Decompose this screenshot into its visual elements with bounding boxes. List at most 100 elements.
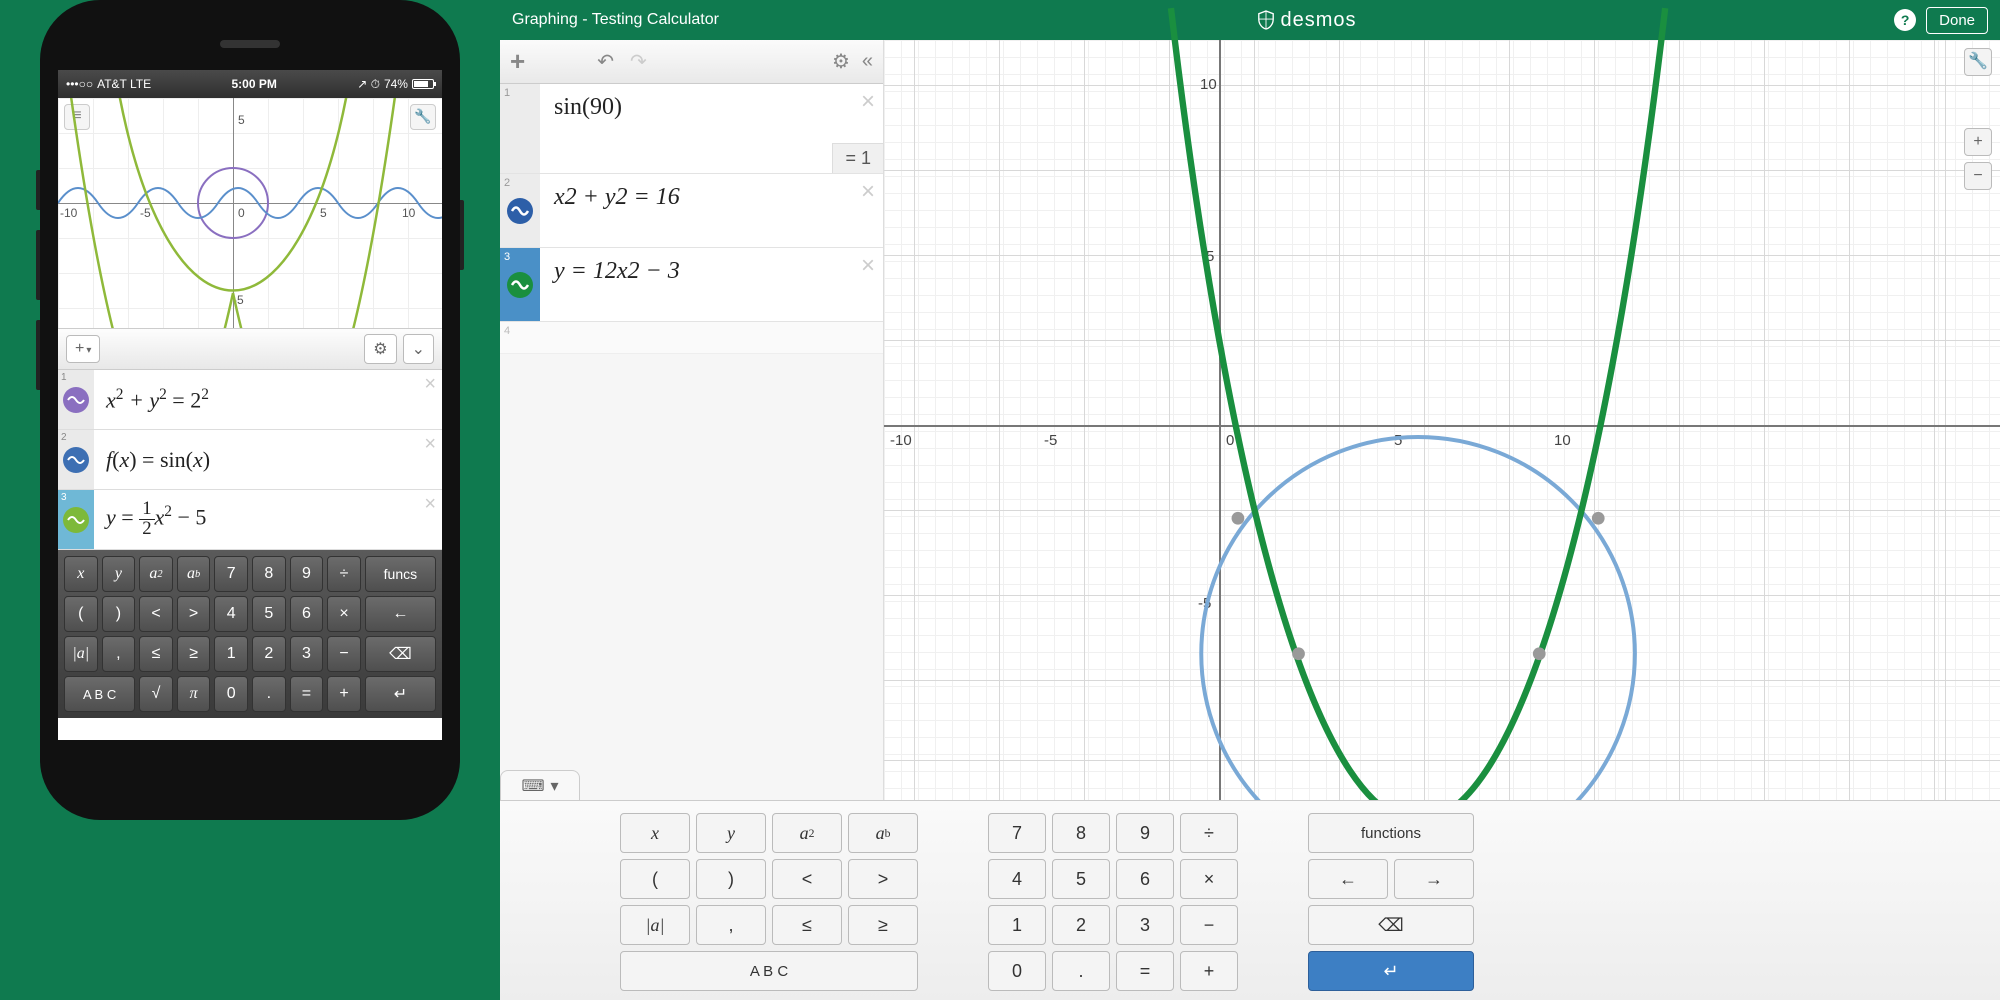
settings-button[interactable]: ⚙ <box>364 334 396 364</box>
undo-icon[interactable]: ↶ <box>597 49 614 74</box>
key-enter[interactable]: ↵ <box>1308 951 1474 991</box>
key-ge[interactable]: ≥ <box>177 636 211 672</box>
key-lparen[interactable]: ( <box>620 859 690 899</box>
add-icon[interactable]: + <box>510 46 525 77</box>
expr-row-3[interactable]: 3 y = 12x2 − 5 × <box>58 490 442 550</box>
key-divide[interactable]: ÷ <box>1180 813 1238 853</box>
key-eq[interactable]: = <box>1116 951 1174 991</box>
key-8[interactable]: 8 <box>1052 813 1110 853</box>
key-le[interactable]: ≤ <box>772 905 842 945</box>
key-backspace[interactable]: ⌫ <box>1308 905 1474 945</box>
key-lt[interactable]: < <box>772 859 842 899</box>
key-5[interactable]: 5 <box>1052 859 1110 899</box>
wave-icon-blue[interactable] <box>507 198 533 224</box>
key-abs[interactable]: |a| <box>620 905 690 945</box>
key-dot[interactable]: . <box>252 676 286 712</box>
key-3[interactable]: 3 <box>290 636 324 672</box>
wave-icon-blue[interactable] <box>63 447 89 473</box>
key-x[interactable]: x <box>64 556 98 592</box>
key-abc[interactable]: A B C <box>620 951 918 991</box>
key-9[interactable]: 9 <box>290 556 324 592</box>
key-9[interactable]: 9 <box>1116 813 1174 853</box>
d-expr-4-empty[interactable]: 4 <box>500 322 883 354</box>
key-a-power-b[interactable]: ab <box>848 813 918 853</box>
wave-icon-purple[interactable] <box>63 387 89 413</box>
key-6[interactable]: 6 <box>290 596 324 632</box>
key-ge[interactable]: ≥ <box>848 905 918 945</box>
key-multiply[interactable]: × <box>1180 859 1238 899</box>
expr-row-2[interactable]: 2 f(x) = sin(x) × <box>58 430 442 490</box>
key-y[interactable]: y <box>696 813 766 853</box>
key-6[interactable]: 6 <box>1116 859 1174 899</box>
close-icon[interactable]: × <box>861 90 875 114</box>
desktop-graph[interactable]: -10 -5 0 5 10 10 5 -5 🔧 + − <box>884 40 2000 800</box>
key-lt[interactable]: < <box>139 596 173 632</box>
gear-icon[interactable]: ⚙ <box>832 49 850 74</box>
key-le[interactable]: ≤ <box>139 636 173 672</box>
keyboard-toggle[interactable]: ⌨ ▾ <box>500 770 580 800</box>
close-icon[interactable]: × <box>424 434 436 454</box>
key-dot[interactable]: . <box>1052 951 1110 991</box>
key-7[interactable]: 7 <box>988 813 1046 853</box>
close-icon[interactable]: × <box>861 254 875 278</box>
zoom-in-button[interactable]: + <box>1964 128 1992 156</box>
key-enter[interactable]: ↵ <box>365 676 436 712</box>
key-left[interactable]: ← <box>1308 859 1388 899</box>
key-1[interactable]: 1 <box>214 636 248 672</box>
collapse-button[interactable]: ⌄ <box>403 334 434 364</box>
expr-row-1[interactable]: 1 x2 + y2 = 22 × <box>58 370 442 430</box>
key-a-squared[interactable]: a2 <box>139 556 173 592</box>
key-comma[interactable]: , <box>696 905 766 945</box>
key-rparen[interactable]: ) <box>696 859 766 899</box>
key-5[interactable]: 5 <box>252 596 286 632</box>
done-button[interactable]: Done <box>1926 7 1988 34</box>
key-gt[interactable]: > <box>177 596 211 632</box>
key-7[interactable]: 7 <box>214 556 248 592</box>
key-0[interactable]: 0 <box>988 951 1046 991</box>
key-functions[interactable]: functions <box>1308 813 1474 853</box>
key-abs[interactable]: |a| <box>64 636 98 672</box>
key-a-power-b[interactable]: ab <box>177 556 211 592</box>
key-a-squared[interactable]: a2 <box>772 813 842 853</box>
add-expr-button[interactable]: +▾ <box>66 335 100 363</box>
close-icon[interactable]: × <box>861 180 875 204</box>
key-gt[interactable]: > <box>848 859 918 899</box>
wave-icon-green[interactable] <box>63 507 89 533</box>
key-rparen[interactable]: ) <box>102 596 136 632</box>
key-3[interactable]: 3 <box>1116 905 1174 945</box>
key-backspace[interactable]: ⌫ <box>365 636 436 672</box>
key-y[interactable]: y <box>102 556 136 592</box>
key-2[interactable]: 2 <box>252 636 286 672</box>
zoom-out-button[interactable]: − <box>1964 162 1992 190</box>
key-x[interactable]: x <box>620 813 690 853</box>
d-expr-2[interactable]: 2 x2 + y2 = 16 × <box>500 174 883 248</box>
key-minus[interactable]: − <box>327 636 361 672</box>
key-multiply[interactable]: × <box>327 596 361 632</box>
key-2[interactable]: 2 <box>1052 905 1110 945</box>
key-0[interactable]: 0 <box>214 676 248 712</box>
key-1[interactable]: 1 <box>988 905 1046 945</box>
close-icon[interactable]: × <box>424 494 436 514</box>
key-funcs[interactable]: funcs <box>365 556 436 592</box>
close-icon[interactable]: × <box>424 374 436 394</box>
key-8[interactable]: 8 <box>252 556 286 592</box>
key-plus[interactable]: + <box>327 676 361 712</box>
key-comma[interactable]: , <box>102 636 136 672</box>
key-pi[interactable]: π <box>177 676 211 712</box>
key-divide[interactable]: ÷ <box>327 556 361 592</box>
d-expr-3[interactable]: 3 y = 12x2 − 3 × <box>500 248 883 322</box>
key-right[interactable]: → <box>1394 859 1474 899</box>
phone-graph[interactable]: ≡ 🔧 -10 -5 0 5 10 5 -5 <box>58 98 442 328</box>
key-4[interactable]: 4 <box>214 596 248 632</box>
help-button[interactable]: ? <box>1894 9 1916 31</box>
wave-icon-green[interactable] <box>507 272 533 298</box>
key-eq[interactable]: = <box>290 676 324 712</box>
key-sqrt[interactable]: √ <box>139 676 173 712</box>
key-minus[interactable]: − <box>1180 905 1238 945</box>
d-expr-1[interactable]: 1 sin(90) = 1 × <box>500 84 883 174</box>
collapse-icon[interactable]: « <box>862 50 873 73</box>
key-plus[interactable]: + <box>1180 951 1238 991</box>
key-backarrow[interactable]: ← <box>365 596 436 632</box>
redo-icon[interactable]: ↷ <box>630 49 647 74</box>
key-abc[interactable]: A B C <box>64 676 135 712</box>
